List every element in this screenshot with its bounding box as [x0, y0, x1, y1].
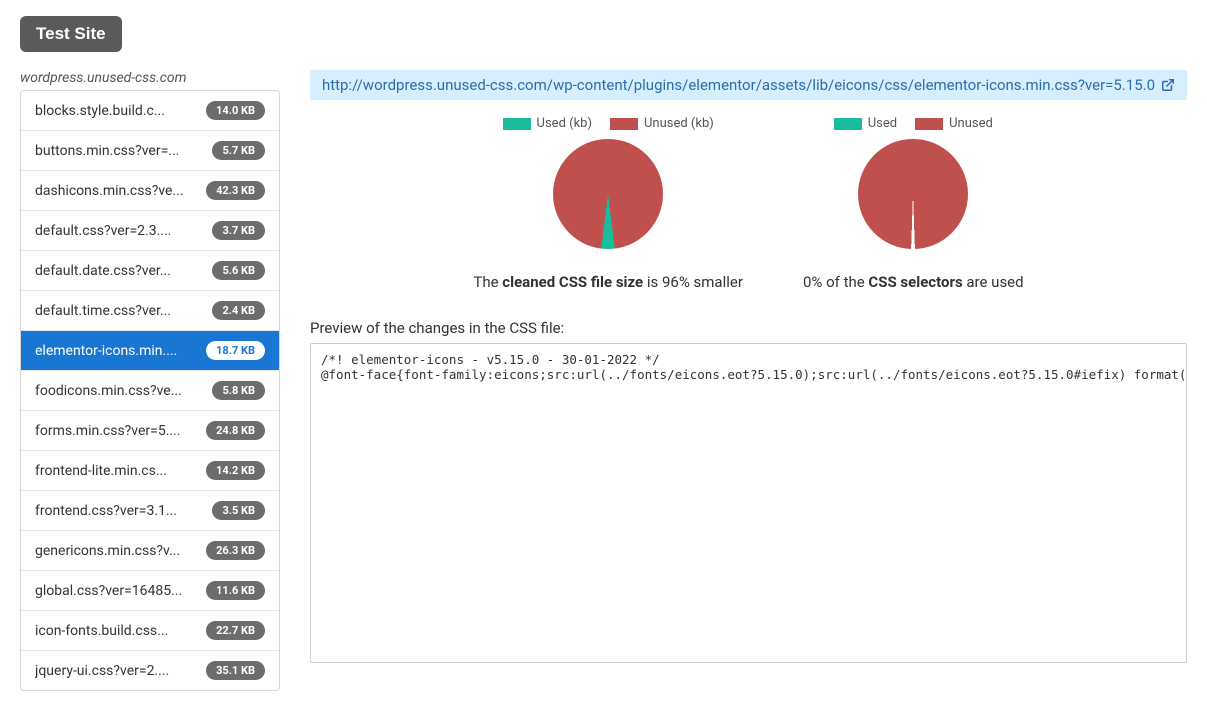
size-badge: 35.1 KB — [206, 661, 265, 680]
pie-chart — [858, 139, 968, 249]
legend-swatch — [610, 118, 638, 130]
file-name: default.date.css?ver... — [35, 263, 171, 279]
chart-legend: Used Unused — [803, 116, 1024, 131]
legend-label: Unused (kb) — [644, 116, 714, 131]
code-preview: /*! elementor-icons - v5.15.0 - 30-01-20… — [310, 343, 1187, 663]
size-badge: 5.6 KB — [212, 261, 265, 280]
file-name: elementor-icons.min.... — [35, 343, 177, 359]
test-site-button[interactable]: Test Site — [20, 16, 122, 52]
file-row[interactable]: genericons.min.css?v... 26.3 KB — [21, 531, 279, 571]
preview-label: Preview of the changes in the CSS file: — [310, 319, 1187, 337]
code-line: /*! elementor-icons - v5.15.0 - 30-01-20… — [321, 352, 1176, 367]
file-row[interactable]: global.css?ver=16485... 11.6 KB — [21, 571, 279, 611]
chart-caption: The cleaned CSS file size is 96% smaller — [473, 273, 743, 291]
chart-caption: 0% of the CSS selectors are used — [803, 273, 1024, 291]
size-badge: 24.8 KB — [206, 421, 265, 440]
main-panel: http://wordpress.unused-css.com/wp-conte… — [310, 70, 1187, 663]
charts-row: Used (kb) Unused (kb) The cleaned CSS file… — [310, 116, 1187, 291]
size-badge: 11.6 KB — [206, 581, 265, 600]
file-row[interactable]: dashicons.min.css?ve... 42.3 KB — [21, 171, 279, 211]
size-badge: 14.0 KB — [206, 101, 265, 120]
chart-legend: Used (kb) Unused (kb) — [473, 116, 743, 131]
file-row[interactable]: buttons.min.css?ver=... 5.7 KB — [21, 131, 279, 171]
site-label: wordpress.unused-css.com — [20, 70, 280, 86]
file-row[interactable]: foodicons.min.css?ve... 5.8 KB — [21, 371, 279, 411]
file-name: jquery-ui.css?ver=2.... — [35, 663, 169, 679]
file-row[interactable]: jquery-ui.css?ver=2.... 35.1 KB — [21, 651, 279, 690]
size-badge: 22.7 KB — [206, 621, 265, 640]
file-row[interactable]: forms.min.css?ver=5.... 24.8 KB — [21, 411, 279, 451]
size-badge: 5.7 KB — [212, 141, 265, 160]
size-badge: 14.2 KB — [206, 461, 265, 480]
url-text: http://wordpress.unused-css.com/wp-conte… — [322, 76, 1155, 94]
file-row[interactable]: frontend.css?ver=3.1... 3.5 KB — [21, 491, 279, 531]
size-badge: 3.5 KB — [212, 501, 265, 520]
file-name: forms.min.css?ver=5.... — [35, 423, 180, 439]
size-badge: 26.3 KB — [206, 541, 265, 560]
size-badge: 42.3 KB — [206, 181, 265, 200]
file-row[interactable]: frontend-lite.min.cs... 14.2 KB — [21, 451, 279, 491]
file-name: global.css?ver=16485... — [35, 583, 182, 599]
size-badge: 18.7 KB — [206, 341, 265, 360]
file-name: buttons.min.css?ver=... — [35, 143, 179, 159]
legend-label: Unused — [949, 116, 993, 131]
file-row[interactable]: blocks.style.build.c... 14.0 KB — [21, 91, 279, 131]
url-bar[interactable]: http://wordpress.unused-css.com/wp-conte… — [310, 70, 1187, 100]
external-link-icon[interactable] — [1161, 78, 1175, 92]
file-name: frontend.css?ver=3.1... — [35, 503, 177, 519]
legend-swatch — [503, 118, 531, 130]
file-list: blocks.style.build.c... 14.0 KB buttons.mi… — [20, 90, 280, 691]
legend-label: Used — [868, 116, 897, 131]
file-name: foodicons.min.css?ve... — [35, 383, 182, 399]
chart-block: Used (kb) Unused (kb) The cleaned CSS file… — [473, 116, 743, 291]
size-badge: 5.8 KB — [212, 381, 265, 400]
file-row[interactable]: default.css?ver=2.3.... 3.7 KB — [21, 211, 279, 251]
file-name: default.time.css?ver... — [35, 303, 171, 319]
chart-block: Used Unused 0% of the CSS selectors are us… — [803, 116, 1024, 291]
file-row[interactable]: elementor-icons.min.... 18.7 KB — [21, 331, 279, 371]
file-name: dashicons.min.css?ve... — [35, 183, 184, 199]
legend-swatch — [915, 118, 943, 130]
size-badge: 3.7 KB — [212, 221, 265, 240]
pie-chart — [553, 139, 663, 249]
size-badge: 2.4 KB — [212, 301, 265, 320]
legend-swatch — [834, 118, 862, 130]
sidebar: wordpress.unused-css.com blocks.style.bu… — [20, 70, 280, 691]
file-name: default.css?ver=2.3.... — [35, 223, 171, 239]
file-row[interactable]: icon-fonts.build.css... 22.7 KB — [21, 611, 279, 651]
file-name: genericons.min.css?v... — [35, 543, 180, 559]
code-line: @font-face{font-family:eicons;src:url(..… — [321, 367, 1176, 382]
legend-label: Used (kb) — [537, 116, 592, 131]
file-row[interactable]: default.time.css?ver... 2.4 KB — [21, 291, 279, 331]
file-row[interactable]: default.date.css?ver... 5.6 KB — [21, 251, 279, 291]
file-name: frontend-lite.min.cs... — [35, 463, 167, 479]
file-name: icon-fonts.build.css... — [35, 623, 168, 639]
file-name: blocks.style.build.c... — [35, 103, 165, 119]
